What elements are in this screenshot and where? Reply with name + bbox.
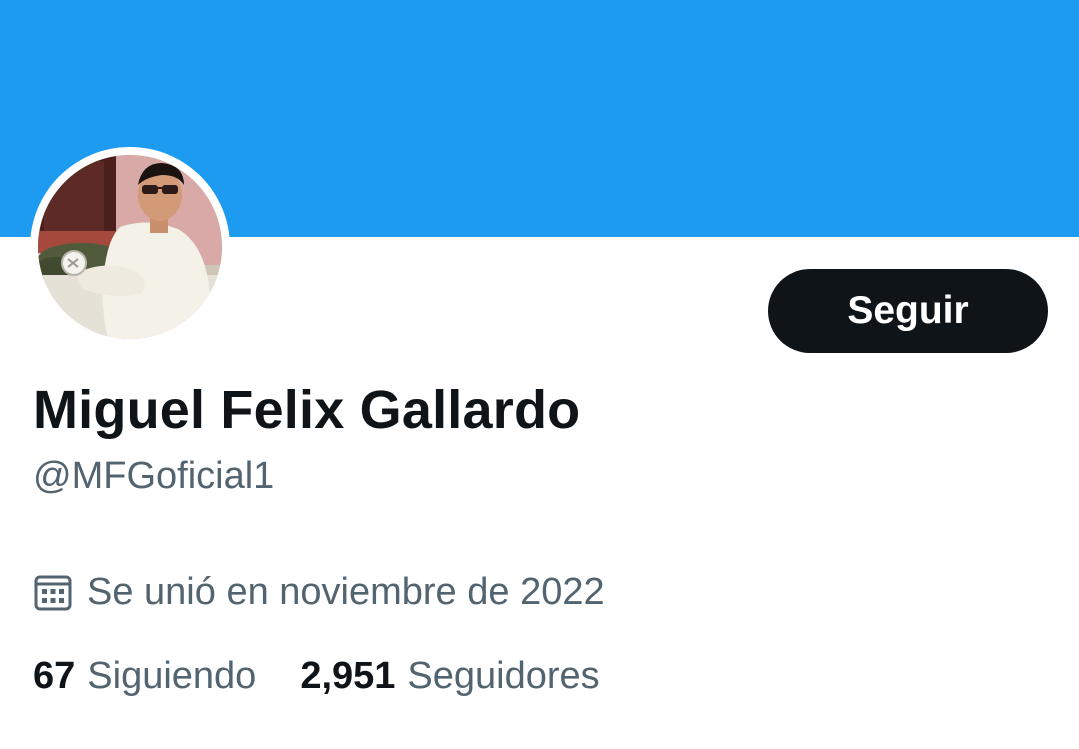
profile-display-name: Miguel Felix Gallardo — [33, 380, 581, 440]
following-count: 67 — [33, 655, 76, 697]
joined-date-row: Se unió en noviembre de 2022 — [33, 566, 605, 618]
profile-stats: 67 Siguiendo 2,951 Seguidores — [33, 650, 600, 702]
avatar-photo — [38, 155, 222, 339]
followers-link[interactable]: 2,951 Seguidores — [300, 652, 599, 700]
followers-count: 2,951 — [300, 655, 396, 697]
calendar-icon — [33, 572, 73, 612]
following-link[interactable]: 67 Siguiendo — [33, 652, 256, 700]
profile-page: Seguir Miguel Felix Gallardo @MFGoficial… — [0, 0, 1079, 749]
follow-button[interactable]: Seguir — [768, 269, 1048, 353]
joined-date-text: Se unió en noviembre de 2022 — [87, 571, 605, 613]
followers-label: Seguidores — [407, 655, 600, 697]
avatar[interactable] — [38, 155, 222, 339]
profile-handle: @MFGoficial1 — [33, 455, 275, 497]
avatar-border — [30, 147, 230, 347]
following-label: Siguiendo — [87, 655, 257, 697]
